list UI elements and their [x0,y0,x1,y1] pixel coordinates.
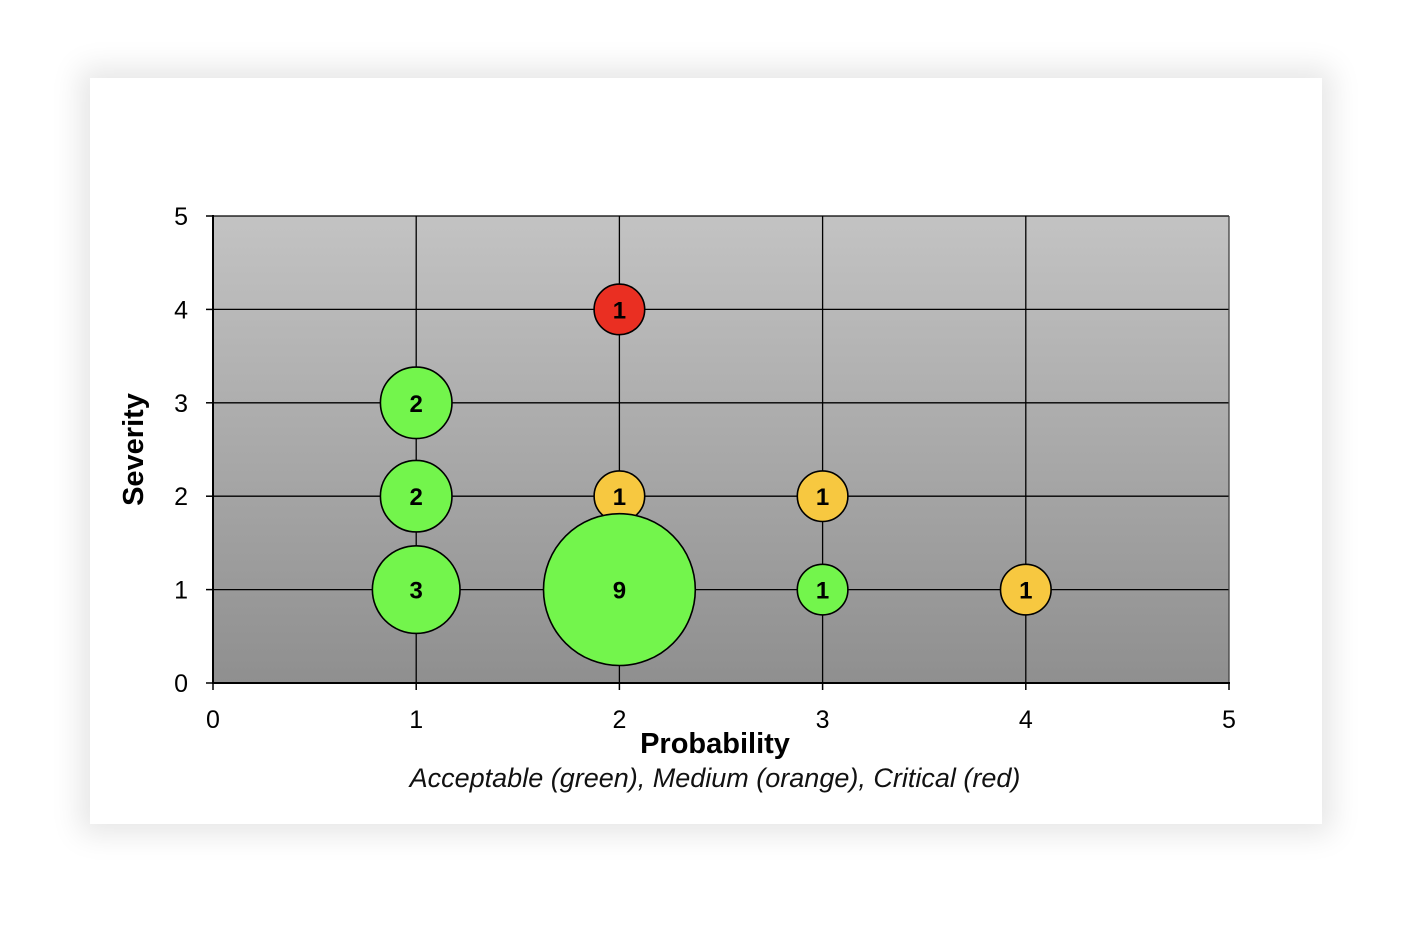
bubble-chart: 0 1 2 3 4 5 0 1 2 3 4 5 2 2 3 1 1 9 1 1 1 Probability Sever… [118,203,1236,793]
bubble-label: 1 [816,578,829,605]
x-tick-label: 3 [816,706,830,734]
y-tick-label: 2 [174,483,188,511]
bubble-label: 1 [816,484,829,511]
bubble: 9 [542,512,697,667]
bubble: 1 [796,470,849,523]
bubble-label: 1 [1019,578,1032,605]
y-tick-label: 0 [174,670,188,698]
bubble-label: 2 [410,484,423,511]
y-tick-label: 4 [174,296,188,324]
x-tick-label: 1 [409,706,423,734]
x-tick-label: 4 [1019,706,1033,734]
bubble: 3 [371,544,461,635]
y-tick-label: 1 [174,577,188,605]
bubble: 2 [379,366,453,440]
chart-card: 0 1 2 3 4 5 0 1 2 3 4 5 2 2 3 1 1 9 1 1 1 Probability Sever… [90,78,1322,824]
bubble: 1 [999,563,1052,616]
bubble-label: 3 [410,578,423,605]
x-tick-label: 0 [206,706,220,734]
bubble: 1 [796,563,849,616]
x-tick-label: 2 [612,706,626,734]
x-axis-title: Probability [640,728,790,760]
bubble: 1 [593,283,646,336]
bubble-label: 1 [613,297,626,324]
y-tick-label: 3 [174,390,188,418]
x-tick-label: 5 [1222,706,1236,734]
bubble: 2 [379,459,453,533]
y-tick-label: 5 [174,203,188,231]
y-axis-title: Severity [118,393,150,506]
plot-area [213,216,1229,683]
bubble-label: 9 [613,578,626,605]
bubble-label: 1 [613,484,626,511]
chart-caption: Acceptable (green), Medium (orange), Cri… [408,763,1021,793]
bubble-label: 2 [410,391,423,418]
